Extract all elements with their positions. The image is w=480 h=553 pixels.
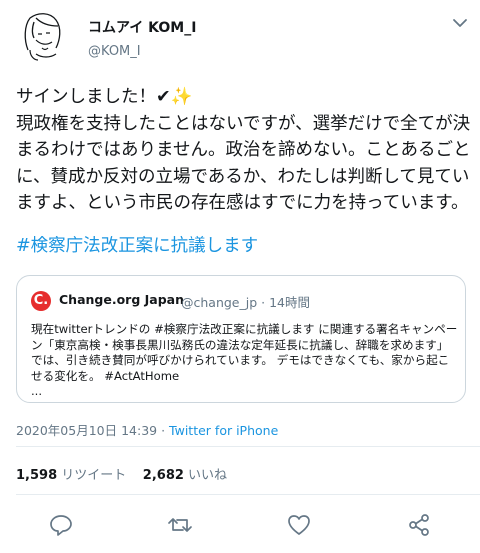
quoted-display-name: Change.org Japan (59, 292, 184, 307)
avatar-drawing-icon (24, 13, 61, 61)
like-icon[interactable] (286, 512, 312, 538)
tweet-text: サインしました！✔✨ 現政権を支持したことはないですが、選挙だけで全てが決 まる… (16, 84, 471, 217)
retweets-stat[interactable]: 1,598 リツイート (16, 468, 126, 483)
quoted-line: せる変化を。 #ActAtHome (31, 368, 180, 383)
divider (16, 494, 480, 495)
tweet-line: まるわけではありません。政治を諦めない。ことあるごと (16, 140, 471, 160)
tweet-line: ますよ、という市民の存在感はすでに力を持っています。 (16, 193, 469, 213)
retweets-label: リツイート (57, 468, 127, 483)
display-name[interactable]: コムアイ KOM_I (88, 17, 196, 37)
likes-label: いいね (183, 468, 228, 483)
share-icon[interactable] (406, 512, 432, 538)
tweet-line: サインしました！✔✨ (16, 87, 193, 107)
chevron-down-icon[interactable] (451, 14, 469, 32)
quoted-handle-time: @change_jp · 14時間 (181, 295, 310, 310)
retweets-count: 1,598 (16, 468, 58, 483)
quoted-line: ン「東京高検・検事長黒川弘務氏の違法な定年延長に抗議し、辞職を求めます」 (31, 337, 449, 352)
quoted-line: 現在twitterトレンドの #検察庁法改正案に抗議します に関連する署名キャン… (31, 322, 458, 336)
divider (16, 446, 480, 447)
hashtag-link[interactable]: #検察庁法改正案に抗議します (16, 232, 258, 257)
quoted-line: ... (31, 384, 43, 399)
quoted-tweet-card[interactable]: C. Change.org Japan @change_jp · 14時間 現在… (16, 275, 466, 403)
user-handle[interactable]: @KOM_I (88, 44, 141, 59)
tweet-source-link[interactable]: Twitter for iPhone (169, 423, 278, 438)
quoted-line: では、引き続き賛同が呼びかけられています。 デモはできなくても、家から起こ (31, 353, 450, 368)
retweet-icon[interactable] (167, 512, 193, 538)
likes-stat[interactable]: 2,682 いいね (143, 468, 227, 483)
tweet-actions (0, 508, 480, 544)
avatar[interactable] (16, 10, 66, 62)
tweet-line: に、賛成か反対の立場であるか、わたしは判断して見てい (16, 166, 470, 187)
tweet-line: 現政権を支持したことはないですが、選挙だけで全てが決 (16, 113, 471, 134)
likes-count: 2,682 (142, 468, 184, 483)
tweet-header: コムアイ KOM_I @KOM_I (0, 0, 480, 70)
tweet-meta: 2020年05月10日 14:39 · Twitter for iPhone (16, 420, 278, 439)
tweet-stats: 1,598 リツイート 2,682 いいね (16, 464, 227, 483)
reply-icon[interactable] (48, 512, 74, 538)
tweet-datetime: 2020年05月10日 14:39 · (16, 423, 170, 438)
quoted-text: 現在twitterトレンドの #検察庁法改正案に抗議します に関連する署名キャン… (31, 322, 458, 400)
change-org-logo-icon: C. (31, 291, 51, 311)
